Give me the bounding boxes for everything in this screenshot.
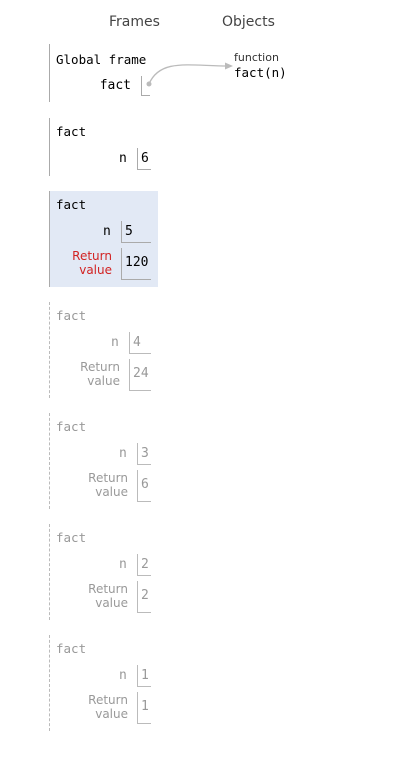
frame-title: fact	[56, 641, 87, 656]
var-value-n: 5	[121, 221, 151, 243]
var-value-pointer	[141, 76, 150, 96]
function-object: function fact(n)	[234, 51, 287, 80]
var-value-n: 2	[137, 554, 151, 576]
var-value-n: 1	[137, 665, 151, 687]
return-value: 6	[137, 470, 151, 502]
call-frame-3: fact n 4 Return value 24	[49, 302, 159, 398]
var-value-n: 6	[137, 148, 151, 170]
var-name-n-label: n	[103, 224, 111, 239]
var-row-n: n 4	[49, 332, 159, 354]
var-row-n: n 5	[49, 221, 158, 243]
call-frame-5: fact n 2 Return value 2	[49, 524, 159, 620]
var-name-n-label: n	[111, 335, 119, 350]
var-name-n-label: n	[119, 557, 127, 572]
var-row-n: n 6	[49, 148, 159, 170]
call-frame-2-active: fact n 5 Return value 120	[49, 191, 158, 287]
var-name-n-label: n	[119, 668, 127, 683]
return-value: 1	[137, 692, 151, 724]
frame-title: fact	[56, 197, 87, 212]
return-value-label: Return value	[88, 693, 128, 721]
var-row-return: Return value 120	[49, 248, 158, 280]
var-name-fact: fact	[99, 78, 131, 93]
call-frame-4: fact n 3 Return value 6	[49, 413, 159, 509]
return-value-label: Return value	[88, 471, 128, 499]
pointer-arrow	[148, 64, 229, 85]
pointer-arrowhead	[225, 62, 233, 70]
objects-header: Objects	[222, 14, 275, 30]
var-row-return: Return value 24	[49, 359, 159, 391]
var-name-n-label: n	[119, 446, 127, 461]
var-value-n: 4	[129, 332, 151, 354]
return-value-label: Return value	[88, 582, 128, 610]
var-row-return: Return value 2	[49, 581, 159, 613]
var-row-return: Return value 6	[49, 470, 159, 502]
var-row-fact: fact	[49, 76, 159, 98]
var-row-n: n 3	[49, 443, 159, 465]
var-value-n: 3	[137, 443, 151, 465]
object-function-name: fact(n)	[234, 65, 287, 80]
frames-header: Frames	[109, 14, 160, 30]
frame-title: fact	[56, 530, 87, 545]
global-frame: Global frame fact	[49, 44, 159, 102]
var-row-return: Return value 1	[49, 692, 159, 724]
frame-title: fact	[56, 419, 87, 434]
var-name-n-label: n	[119, 151, 127, 166]
frame-title: fact	[56, 308, 87, 323]
frame-title: Global frame	[56, 52, 147, 67]
frame-title: fact	[56, 124, 87, 139]
return-value: 120	[121, 248, 151, 280]
var-row-n: n 1	[49, 665, 159, 687]
return-value-label: Return value	[72, 249, 112, 277]
return-value: 24	[129, 359, 151, 391]
return-value: 2	[137, 581, 151, 613]
return-value-label: Return value	[80, 360, 120, 388]
object-type-label: function	[234, 51, 279, 64]
call-frame-6: fact n 1 Return value 1	[49, 635, 159, 731]
call-frame-1: fact n 6	[49, 118, 159, 176]
var-row-n: n 2	[49, 554, 159, 576]
